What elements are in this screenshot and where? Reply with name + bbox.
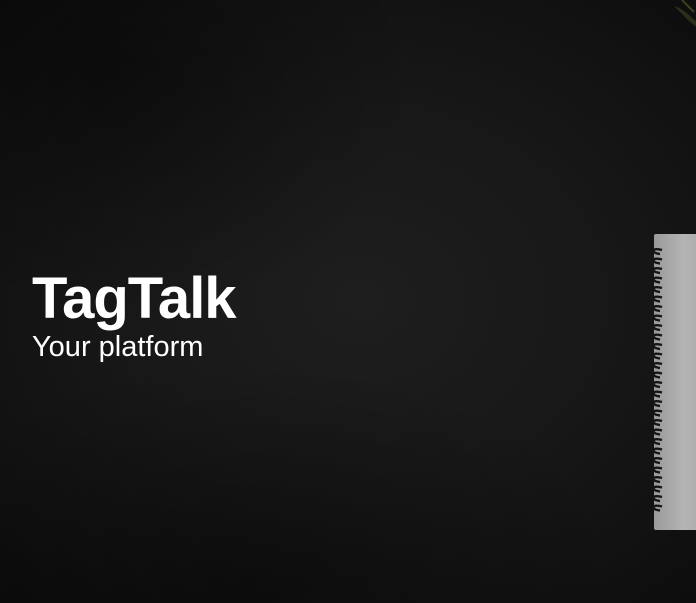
spiral-notebook-image <box>652 234 696 530</box>
plant-leaf-image <box>674 0 696 27</box>
hero-section: TagTalk Your platform <box>0 0 696 603</box>
brand-tagline: Your platform <box>32 331 204 363</box>
brand-title: TagTalk <box>32 266 237 331</box>
brand-block: TagTalk Your platform <box>32 266 237 364</box>
